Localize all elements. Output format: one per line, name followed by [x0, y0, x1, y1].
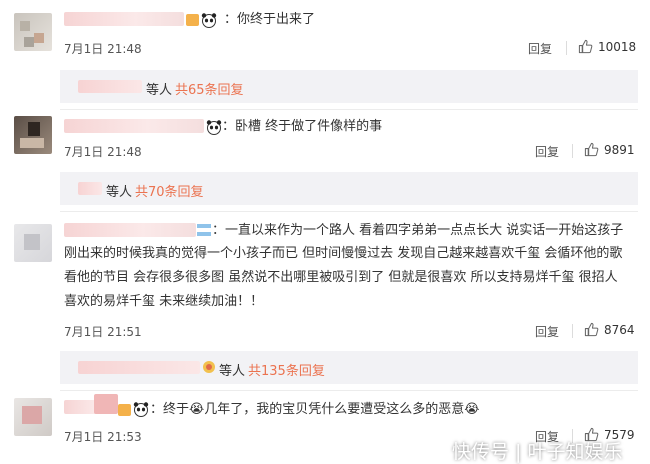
sub-replies-bar[interactable]: 等人 共65条回复	[60, 70, 638, 103]
comment-divider	[60, 109, 638, 110]
thumbs-up-icon[interactable]	[584, 322, 599, 337]
avatar-overlay	[94, 394, 118, 414]
divider-bar	[572, 324, 573, 338]
divider-bar	[566, 41, 567, 55]
avatar[interactable]	[14, 116, 52, 154]
vip-badge-icon	[186, 14, 199, 26]
like-count: 9891	[604, 143, 635, 157]
avatar[interactable]	[14, 224, 52, 262]
comment-text: ：终于😭几年了，我的宝贝凭什么要遭受这么多的恶意😭	[150, 402, 480, 417]
divider-bar	[572, 144, 573, 158]
username[interactable]	[64, 119, 204, 133]
reply-count-link[interactable]: 共70条回复	[135, 181, 204, 200]
panda-emoji-icon	[201, 13, 217, 28]
timestamp: 7月1日 21:53	[64, 430, 142, 444]
timestamp: 7月1日 21:51	[64, 325, 142, 339]
sub-replies-bar[interactable]: 等人 共70条回复	[60, 172, 638, 205]
reply-button[interactable]: 回复	[535, 143, 559, 160]
thumbs-up-icon[interactable]	[578, 39, 593, 54]
reply-button[interactable]: 回复	[528, 40, 552, 57]
reply-button[interactable]: 回复	[535, 323, 559, 340]
comment-divider	[60, 390, 638, 391]
avatar[interactable]	[14, 13, 52, 51]
timestamp: 7月1日 21:48	[64, 42, 142, 56]
flag-badge-icon	[197, 224, 211, 236]
comment-text: 看他的节目 会存很多很多图 虽然说不出哪里被吸引到了 但就是很喜欢 所以支持易烊…	[64, 270, 618, 285]
reply-count-link[interactable]: 共65条回复	[175, 79, 244, 98]
thumbs-up-icon[interactable]	[584, 142, 599, 157]
comment-text: ：卧槽 终于做了件像样的事	[222, 119, 383, 134]
sub-replies-bar[interactable]: 等人 共135条回复	[60, 351, 638, 384]
vip-badge-icon	[118, 404, 131, 416]
username[interactable]	[64, 12, 184, 26]
replier-name[interactable]	[78, 182, 102, 195]
badge-icon	[203, 361, 215, 373]
panda-emoji-icon	[133, 402, 149, 417]
comment-divider	[60, 211, 638, 212]
replier-suffix: 等人	[146, 83, 173, 98]
like-count: 8764	[604, 323, 635, 337]
like-count: 10018	[598, 40, 637, 54]
replier-suffix: 等人	[106, 185, 133, 200]
replier-name[interactable]	[78, 361, 200, 374]
comment-text: ：一直以来作为一个路人 看着四字弟弟一点点长大 说实话一开始这孩子	[212, 223, 624, 238]
timestamp: 7月1日 21:48	[64, 145, 142, 159]
avatar[interactable]	[14, 398, 52, 436]
replier-name[interactable]	[78, 80, 142, 93]
panda-emoji-icon	[206, 120, 222, 135]
comment-text: 喜欢的易烊千玺 未来继续加油！！	[64, 294, 264, 309]
comment-text: 刚出来的时候我真的觉得一个小孩子而已 但时间慢慢过去 发现自己越来越喜欢千玺 会…	[64, 246, 623, 261]
reply-count-link[interactable]: 共135条回复	[248, 360, 325, 379]
username[interactable]	[64, 223, 196, 237]
comment-text: ：你终于出来了	[224, 12, 316, 27]
watermark: 快传号 | 叶子知娱乐	[452, 441, 623, 463]
replier-suffix: 等人	[219, 364, 246, 379]
